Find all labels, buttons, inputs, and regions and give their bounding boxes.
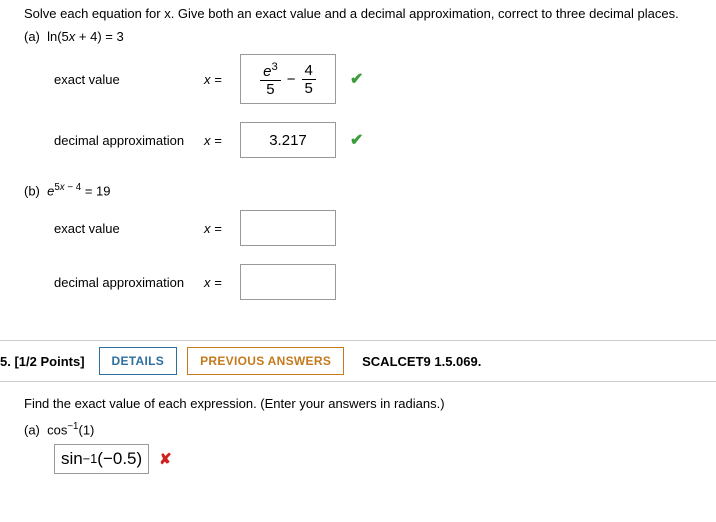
part-a-decimal-answer[interactable]: 3.217 bbox=[240, 122, 336, 158]
exact-value-label: exact value bbox=[54, 72, 204, 87]
minus-sign: − bbox=[287, 71, 296, 88]
previous-answers-button[interactable]: PREVIOUS ANSWERS bbox=[187, 347, 344, 375]
q5-instruction: Find the exact value of each expression.… bbox=[24, 396, 716, 411]
part-a-label: (a) bbox=[24, 29, 40, 44]
decimal-approx-label-b: decimal approximation bbox=[54, 275, 204, 290]
x-equals-2: x = bbox=[204, 133, 240, 148]
part-b-label: (b) bbox=[24, 183, 40, 198]
part-a-exact-row: exact value x = e3 5 − 4 5 ✔ bbox=[24, 54, 716, 104]
details-button[interactable]: DETAILS bbox=[99, 347, 178, 375]
part-a-decimal-row: decimal approximation x = 3.217 ✔ bbox=[24, 122, 716, 158]
part-b-line: (b) e5x − 4 = 19 bbox=[24, 182, 716, 198]
part-a-exact-answer[interactable]: e3 5 − 4 5 bbox=[240, 54, 336, 104]
cross-icon: ✘ bbox=[159, 450, 172, 468]
check-icon: ✔ bbox=[350, 69, 363, 89]
part-b-decimal-row: decimal approximation x = bbox=[24, 264, 716, 300]
q5-points: 5. [1/2 Points] bbox=[0, 354, 85, 369]
part-b-exponent: 5x − 4 bbox=[54, 182, 81, 193]
part-a-line: (a) ln(5x + 4) = 3 bbox=[24, 29, 716, 44]
exact-value-label-b: exact value bbox=[54, 221, 204, 236]
decimal-approx-label: decimal approximation bbox=[54, 133, 204, 148]
q4-instruction: Solve each equation for x. Give both an … bbox=[24, 6, 716, 21]
x-equals-3: x = bbox=[204, 221, 240, 236]
fraction-2: 4 5 bbox=[302, 63, 316, 96]
q5-header: 5. [1/2 Points] DETAILS PREVIOUS ANSWERS… bbox=[0, 341, 716, 382]
part-b-exact-input[interactable] bbox=[240, 210, 336, 246]
q5-reference: SCALCET9 1.5.069. bbox=[362, 354, 481, 369]
part-b-decimal-input[interactable] bbox=[240, 264, 336, 300]
q5-parta-label: (a) bbox=[24, 423, 40, 438]
x-equals: x = bbox=[204, 72, 240, 87]
x-equals-4: x = bbox=[204, 275, 240, 290]
q5-parta-line: (a) cos−1(1) bbox=[24, 421, 716, 437]
part-b-exact-row: exact value x = bbox=[24, 210, 716, 246]
q5-parta-answer[interactable]: sin−1(−0.5) bbox=[54, 444, 149, 474]
fraction-1: e3 5 bbox=[260, 62, 281, 97]
check-icon-2: ✔ bbox=[350, 130, 363, 150]
